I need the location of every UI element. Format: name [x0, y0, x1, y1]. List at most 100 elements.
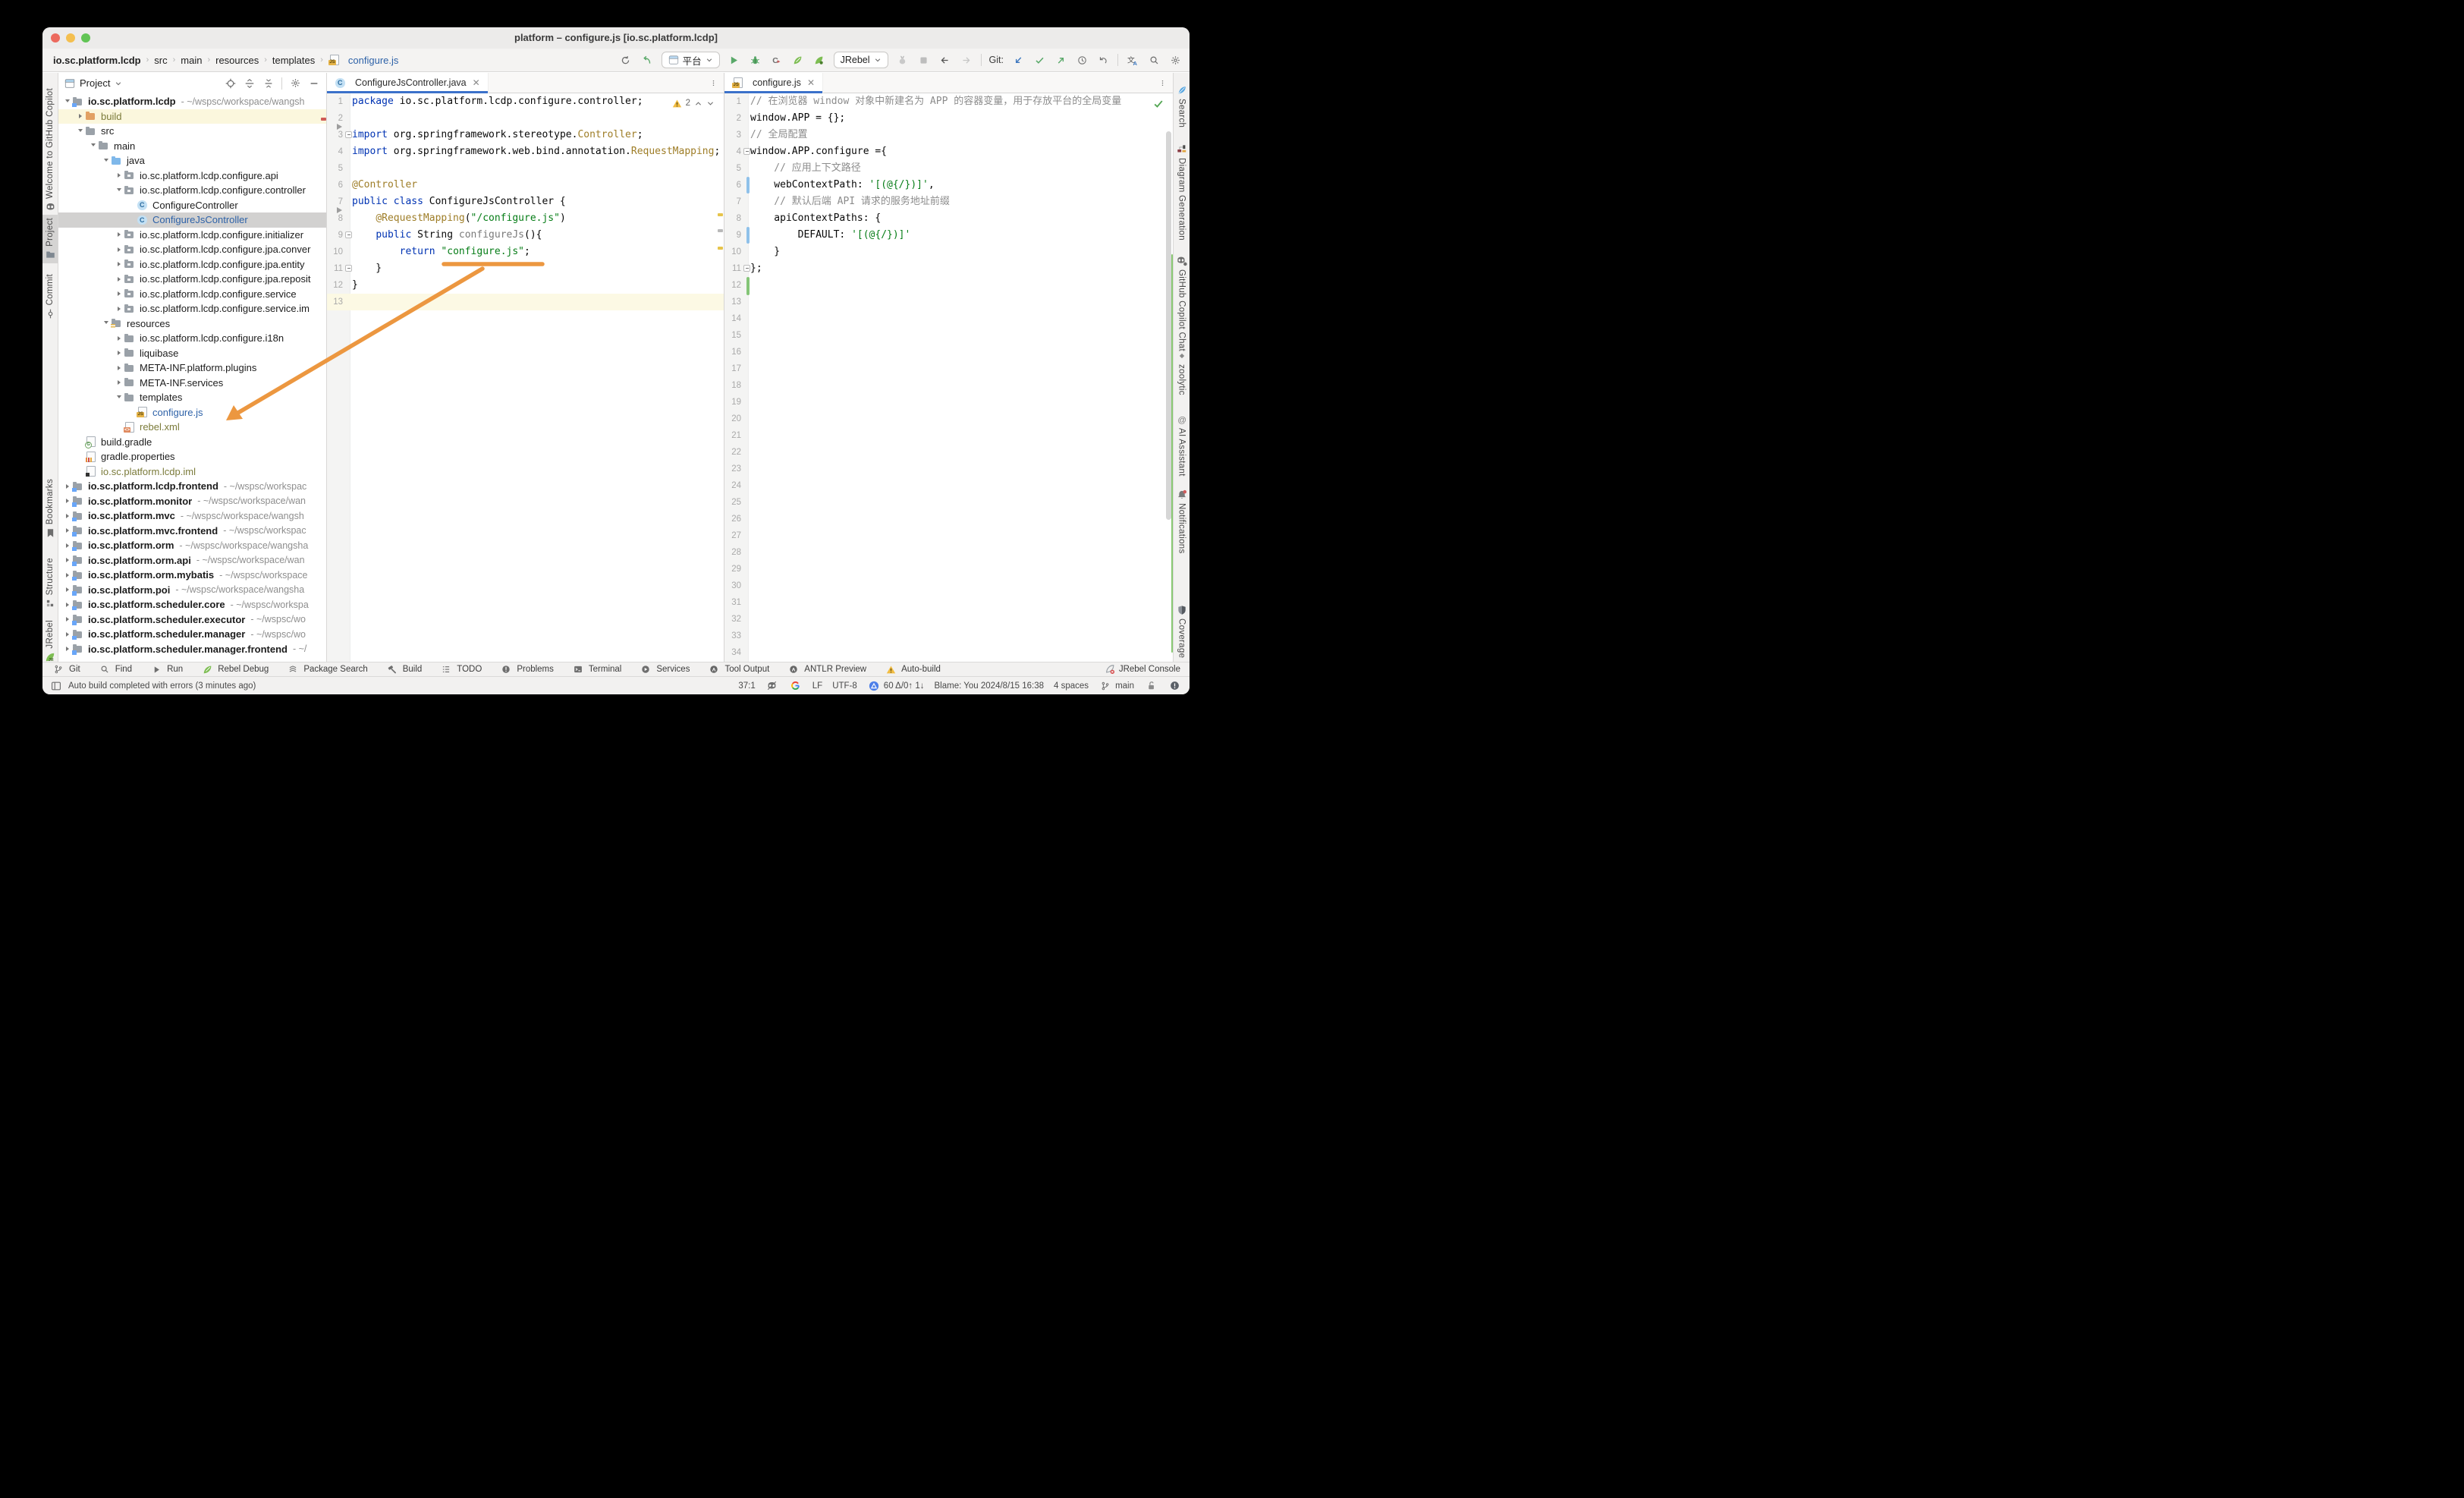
status-item-utf-8[interactable]: UTF-8 — [832, 681, 857, 691]
tree-item-liquibase[interactable]: liquibase — [58, 346, 326, 361]
minimize-window-icon[interactable] — [66, 33, 75, 42]
tree-toggle-icon[interactable] — [62, 526, 72, 536]
collapse-all-button[interactable] — [262, 77, 275, 90]
search-everywhere-button[interactable] — [1147, 53, 1161, 67]
tree-item-io-sc-platform-lcdp-configure-i18n[interactable]: io.sc.platform.lcdp.configure.i18n — [58, 331, 326, 346]
fold-marker-icon[interactable] — [345, 265, 352, 272]
status-item-37-1[interactable]: 37:1 — [738, 681, 755, 691]
git-commit-button[interactable] — [1032, 53, 1046, 67]
tool-window-button-build[interactable]: Build — [385, 662, 423, 676]
tree-item-java[interactable]: java — [58, 153, 326, 168]
tool-stripe-item-project[interactable]: Project — [42, 215, 58, 263]
tool-stripe-item-jrebel[interactable]: JRebelJR — [42, 617, 58, 666]
tree-item-io-sc-platform-scheduler-executor[interactable]: io.sc.platform.scheduler.executor- ~/wsp… — [58, 612, 326, 628]
tree-toggle-icon[interactable] — [114, 230, 124, 240]
tool-window-button-problems[interactable]: Problems — [499, 662, 554, 676]
tree-toggle-icon[interactable] — [114, 274, 124, 284]
tool-window-button-services[interactable]: Services — [639, 662, 690, 676]
tree-toggle-icon[interactable] — [75, 126, 85, 136]
status-item[interactable] — [789, 679, 803, 693]
tool-window-button-find[interactable]: Find — [98, 662, 132, 676]
status-item-60-0-1-[interactable]: 60 Δ/0↑ 1↓ — [867, 679, 925, 693]
tree-toggle-icon[interactable] — [62, 585, 72, 595]
tab-configurejscontroller-java[interactable]: ConfigureJsController.java ✕ — [327, 73, 489, 93]
tool-stripe-item-notifications[interactable]: Notifications — [1174, 486, 1190, 557]
tree-toggle-icon[interactable] — [114, 348, 124, 358]
tab-options-icon[interactable] — [710, 76, 724, 90]
tree-item-configure-js[interactable]: configure.js — [58, 405, 326, 420]
breadcrumb-item[interactable]: io.sc.platform.lcdp — [53, 55, 141, 66]
tree-item-gradle-properties[interactable]: gradle.properties — [58, 449, 326, 464]
tool-window-button-rebel-debug[interactable]: Rebel Debug — [200, 662, 269, 676]
tool-stripe-item-copilot-welcome[interactable]: Welcome to GitHub Copilot — [42, 85, 58, 216]
tree-item-io-sc-platform-lcdp-configure-api[interactable]: io.sc.platform.lcdp.configure.api — [58, 168, 326, 184]
tree-toggle-icon[interactable] — [62, 615, 72, 625]
tree-item-io-sc-platform-scheduler-core[interactable]: io.sc.platform.scheduler.core- ~/wspsc/w… — [58, 597, 326, 612]
tree-item-io-sc-platform-lcdp-configure-service-im[interactable]: io.sc.platform.lcdp.configure.service.im — [58, 301, 326, 316]
translate-icon[interactable]: 文A — [1126, 53, 1139, 67]
sync-icon[interactable] — [619, 53, 633, 67]
tree-item-io-sc-platform-poi[interactable]: io.sc.platform.poi- ~/wspsc/workspace/wa… — [58, 583, 326, 598]
tree-item-io-sc-platform-mvc[interactable]: io.sc.platform.mvc- ~/wspsc/workspace/wa… — [58, 508, 326, 524]
tree-item-io-sc-platform-lcdp-configure-jpa-conver[interactable]: io.sc.platform.lcdp.configure.jpa.conver — [58, 242, 326, 257]
tree-toggle-icon[interactable] — [114, 363, 124, 373]
fold-marker-icon[interactable] — [743, 265, 750, 272]
tree-toggle-icon[interactable] — [62, 481, 72, 491]
tree-item-resources[interactable]: resources — [58, 316, 326, 332]
jrebel-debug-button[interactable] — [812, 53, 826, 67]
tree-item-io-sc-platform-lcdp-iml[interactable]: io.sc.platform.lcdp.iml — [58, 464, 326, 480]
breadcrumb-item[interactable]: templates — [272, 55, 315, 66]
tree-item-rebel-xml[interactable]: rebel.xml — [58, 420, 326, 435]
inspection-widget[interactable]: 2 — [672, 96, 715, 110]
jrebel-select[interactable]: JRebel — [834, 52, 888, 68]
tree-item-meta-inf-platform-plugins[interactable]: META-INF.platform.plugins — [58, 360, 326, 376]
tree-item-io-sc-platform-lcdp-configure-initializer[interactable]: io.sc.platform.lcdp.configure.initialize… — [58, 228, 326, 243]
tree-item-configurecontroller[interactable]: ConfigureController — [58, 198, 326, 213]
breadcrumb-item[interactable]: src — [154, 55, 167, 66]
tree-item-io-sc-platform-lcdp[interactable]: io.sc.platform.lcdp- ~/wspsc/workspace/w… — [58, 94, 326, 109]
tool-window-button-run[interactable]: Run — [149, 662, 183, 676]
breadcrumb-item[interactable]: main — [181, 55, 202, 66]
tree-item-io-sc-platform-lcdp-configure-jpa-reposit[interactable]: io.sc.platform.lcdp.configure.jpa.reposi… — [58, 272, 326, 287]
tree-item-io-sc-platform-lcdp-configure-service[interactable]: io.sc.platform.lcdp.configure.service — [58, 287, 326, 302]
tree-toggle-icon[interactable] — [114, 171, 124, 181]
layout-icon[interactable] — [51, 681, 61, 691]
status-item-lf[interactable]: LF — [812, 681, 822, 691]
fold-marker-icon[interactable] — [743, 148, 750, 155]
tree-toggle-icon[interactable] — [62, 540, 72, 550]
tree-toggle-icon[interactable] — [114, 378, 124, 388]
tree-toggle-icon[interactable] — [62, 600, 72, 609]
tree-item-io-sc-platform-orm-mybatis[interactable]: io.sc.platform.orm.mybatis- ~/wspsc/work… — [58, 568, 326, 583]
panel-options-button[interactable] — [289, 77, 301, 90]
chevron-down-icon[interactable] — [115, 77, 122, 90]
tree-item-main[interactable]: main — [58, 139, 326, 154]
scrollbar[interactable] — [1166, 131, 1171, 520]
tree-item-io-sc-platform-mvc-frontend[interactable]: io.sc.platform.mvc.frontend- ~/wspsc/wor… — [58, 524, 326, 539]
breadcrumb-item[interactable]: configure.js — [348, 55, 398, 66]
tree-item-configurejscontroller[interactable]: ConfigureJsController — [58, 212, 326, 228]
tool-window-button-todo[interactable]: TODO — [439, 662, 482, 676]
close-tab-icon[interactable]: ✕ — [473, 77, 480, 88]
breadcrumb-item[interactable]: resources — [215, 55, 259, 66]
tree-toggle-icon[interactable] — [62, 555, 72, 565]
tab-options-icon[interactable] — [1159, 76, 1173, 90]
git-update-button[interactable] — [1011, 53, 1025, 67]
tool-stripe-item-structure[interactable]: Structure — [42, 555, 58, 612]
jrebel-console-button[interactable]: JRebel Console — [1105, 664, 1180, 675]
tool-stripe-item-search[interactable]: Search — [1174, 82, 1190, 131]
expand-all-button[interactable] — [244, 77, 256, 90]
tool-window-button-antlr-preview[interactable]: AANTLR Preview — [787, 662, 866, 676]
tool-window-button-auto-build[interactable]: Auto-build — [884, 662, 941, 676]
tree-item-build[interactable]: build — [58, 109, 326, 124]
tool-stripe-item-coverage[interactable]: Coverage — [1174, 602, 1190, 661]
tree-toggle-icon[interactable] — [88, 141, 98, 151]
tool-stripe-item-zoolytic[interactable]: zoolytic — [1174, 348, 1190, 398]
tree-item-io-sc-platform-orm[interactable]: io.sc.platform.orm- ~/wspsc/workspace/wa… — [58, 538, 326, 553]
tool-stripe-item-commit[interactable]: Commit — [42, 271, 58, 322]
js-editor[interactable]: 1// 在浏览器 window 对象中新建名为 APP 的容器变量，用于存放平台… — [724, 93, 1173, 662]
tree-toggle-icon[interactable] — [114, 289, 124, 299]
prev-problem-icon[interactable] — [694, 96, 702, 110]
tree-toggle-icon[interactable] — [62, 629, 72, 639]
tree-toggle-icon[interactable] — [114, 392, 124, 402]
hide-panel-button[interactable] — [308, 77, 320, 90]
